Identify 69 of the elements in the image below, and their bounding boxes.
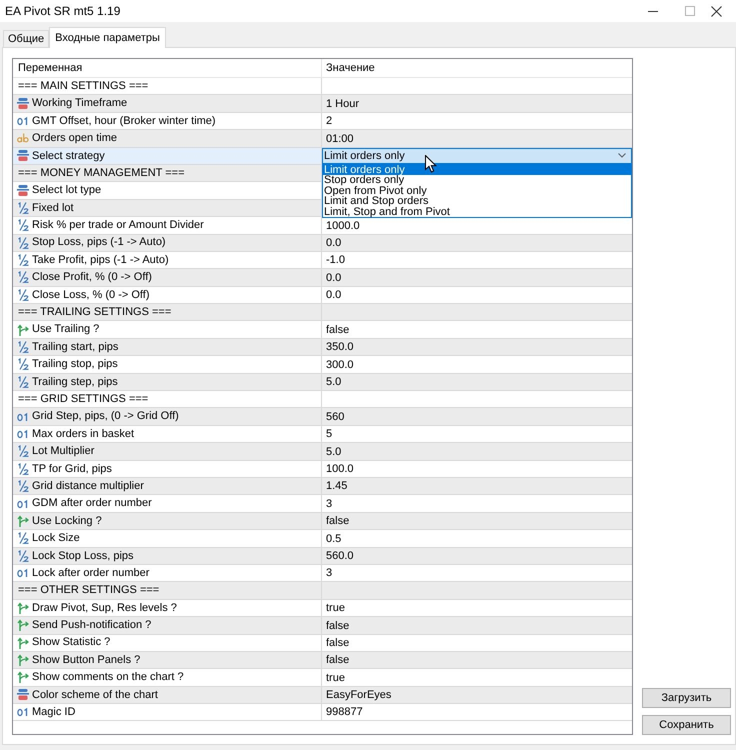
parameter-value: false bbox=[326, 653, 350, 668]
parameter-value: 5.0 bbox=[326, 444, 342, 459]
parameter-name: Lot Multiplier bbox=[32, 444, 94, 460]
parameter-name: Trailing step, pips bbox=[32, 374, 118, 390]
parameter-name: Use Locking ? bbox=[32, 514, 102, 529]
parameter-name: Grid Step, pips, (0 -> Grid Off) bbox=[32, 409, 179, 424]
parameter-value: 5 bbox=[326, 427, 332, 442]
parameter-name: Stop Loss, pips (-1 -> Auto) bbox=[32, 235, 166, 250]
parameter-name: Draw Pivot, Sup, Res levels ? bbox=[32, 600, 177, 616]
parameter-value: 1.45 bbox=[326, 479, 348, 494]
parameter-value: 1000.0 bbox=[326, 218, 360, 233]
parameter-name: GDM after order number bbox=[32, 496, 152, 512]
parameter-value: 300.0 bbox=[326, 358, 354, 372]
parameter-value: 0.5 bbox=[326, 532, 342, 546]
parameter-name: Risk % per trade or Amount Divider bbox=[32, 218, 204, 234]
section-title: === OTHER SETTINGS === bbox=[17, 583, 160, 598]
parameter-value: 560.0 bbox=[326, 548, 354, 563]
column-header: Переменная bbox=[18, 60, 82, 76]
parameter-value: EasyForEyes bbox=[326, 688, 392, 702]
parameter-name: Grid distance multiplier bbox=[32, 478, 144, 494]
parameter-name: Orders open time bbox=[32, 131, 117, 146]
parameter-value: true bbox=[326, 670, 345, 685]
parameter-name: Select lot type bbox=[32, 183, 102, 198]
section-title: === MAIN SETTINGS === bbox=[17, 78, 148, 94]
parameter-name: Fixed lot bbox=[32, 200, 74, 216]
parameter-name: Trailing start, pips bbox=[32, 340, 118, 355]
parameter-name: Select strategy bbox=[32, 148, 105, 164]
parameter-name: Max orders in basket bbox=[32, 426, 134, 442]
parameter-name: Show comments on the chart ? bbox=[32, 670, 184, 686]
section-title: === MONEY MANAGEMENT === bbox=[17, 166, 184, 181]
parameter-value: 3 bbox=[326, 496, 332, 511]
parameter-value: 998877 bbox=[326, 705, 363, 720]
parameter-name: Color scheme of the chart bbox=[32, 688, 158, 703]
parameter-value: 350.0 bbox=[326, 340, 354, 354]
parameter-value: false bbox=[326, 514, 350, 528]
parameter-name: Trailing stop, pips bbox=[32, 357, 118, 372]
parameter-name: GMT Offset, hour (Broker winter time) bbox=[32, 114, 216, 129]
section-title: === TRAILING SETTINGS === bbox=[17, 305, 172, 320]
parameter-name: Close Loss, % (0 -> Off) bbox=[32, 288, 150, 303]
parameter-name: Magic ID bbox=[32, 705, 76, 720]
parameter-name: Take Profit, pips (-1 -> Auto) bbox=[32, 252, 169, 268]
parameter-value: 01:00 bbox=[326, 132, 354, 146]
parameter-value: 560 bbox=[326, 410, 344, 424]
parameter-name: Send Push-notification ? bbox=[32, 618, 152, 634]
parameter-name: Lock Stop Loss, pips bbox=[32, 548, 134, 564]
parameter-name: Show Button Panels ? bbox=[32, 652, 140, 668]
parameter-value: 0.0 bbox=[326, 288, 342, 302]
parameter-value: 0.0 bbox=[326, 270, 342, 285]
column-header: Значение bbox=[326, 60, 375, 76]
parameter-value: false bbox=[326, 636, 350, 650]
parameter-name: Close Profit, % (0 -> Off) bbox=[32, 270, 152, 286]
parameter-value: 1 Hour bbox=[326, 96, 360, 111]
parameter-value: 5.0 bbox=[326, 375, 342, 390]
window-title: EA Pivot SR mt5 1.19 bbox=[4, 3, 120, 20]
parameter-value: 100.0 bbox=[326, 462, 354, 476]
section-title: === GRID SETTINGS === bbox=[17, 392, 148, 407]
parameter-value: false bbox=[326, 618, 350, 632]
parameter-name: Lock Size bbox=[32, 531, 80, 546]
parameter-value: false bbox=[326, 322, 350, 337]
parameter-value: 2 bbox=[326, 114, 332, 128]
parameter-value: true bbox=[326, 601, 345, 616]
parameter-name: Use Trailing ? bbox=[32, 322, 100, 338]
parameter-name: TP for Grid, pips bbox=[32, 462, 112, 477]
parameter-value: 0.0 bbox=[326, 236, 342, 250]
parameter-value: -1.0 bbox=[326, 253, 345, 268]
parameter-name: Lock after order number bbox=[32, 566, 150, 581]
parameter-name: Working Timeframe bbox=[32, 96, 128, 112]
parameter-value: 3 bbox=[326, 566, 332, 580]
parameter-name: Show Statistic ? bbox=[32, 635, 110, 650]
